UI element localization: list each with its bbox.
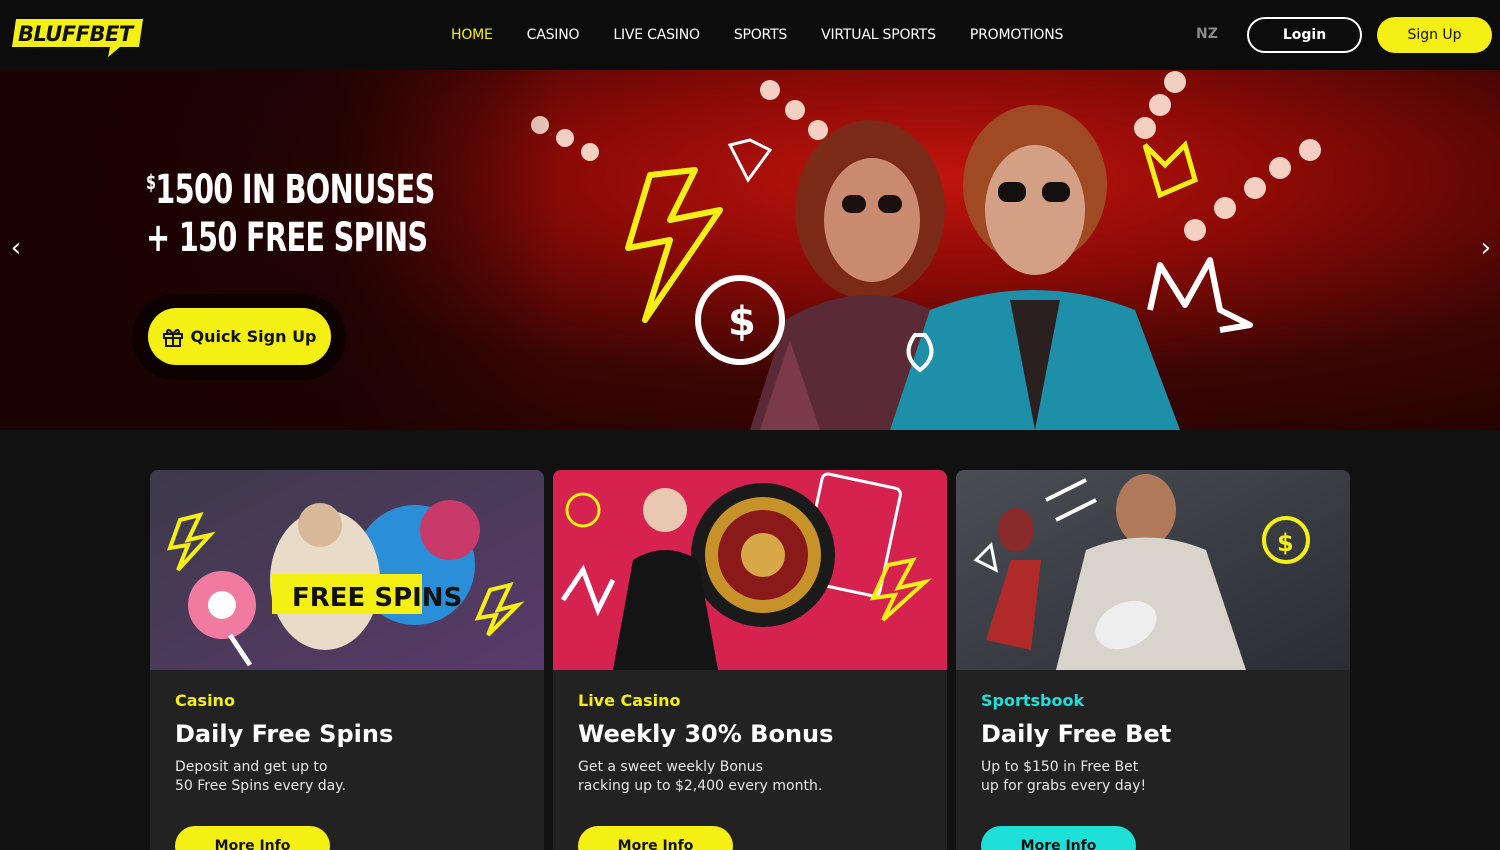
card-category: Live Casino bbox=[578, 691, 681, 710]
hero-line-1: 1500 IN BONUSES bbox=[155, 167, 435, 213]
card-desc-line-2: racking up to $2,400 every month. bbox=[578, 778, 823, 794]
card-description: Deposit and get up to 50 Free Spins ever… bbox=[175, 758, 515, 796]
promo-card-sportsbook[interactable]: $ Sportsbook Daily Free Bet Up to $150 i… bbox=[956, 470, 1350, 850]
hero-line-2: 150 FREE SPINS bbox=[178, 215, 428, 261]
free-spins-graphic-label: FREE SPINS bbox=[292, 583, 462, 613]
card-desc-line-1: Up to $150 in Free Bet bbox=[981, 759, 1139, 775]
card-desc-line-2: 50 Free Spins every day. bbox=[175, 778, 346, 794]
hero-illustration: $ bbox=[531, 71, 1321, 430]
nav-home[interactable]: HOME bbox=[434, 27, 510, 43]
svg-text:$: $ bbox=[1277, 529, 1294, 557]
gift-icon bbox=[163, 328, 184, 347]
card-category: Sportsbook bbox=[981, 691, 1085, 710]
promo-image-live-casino bbox=[553, 470, 947, 670]
promo-image-free-spins: FREE SPINS bbox=[150, 470, 544, 670]
hero-plus: + bbox=[146, 215, 170, 261]
card-desc-line-1: Deposit and get up to bbox=[175, 759, 328, 775]
card-title: Weekly 30% Bonus bbox=[578, 720, 834, 748]
card-category: Casino bbox=[175, 691, 235, 710]
card-desc-line-2: up for grabs every day! bbox=[981, 778, 1147, 794]
signup-button[interactable]: Sign Up bbox=[1377, 17, 1492, 53]
promo-image-sportsbook: $ bbox=[956, 470, 1350, 670]
promo-card-casino[interactable]: FREE SPINS Casino Daily Free Spins Depos… bbox=[150, 470, 544, 850]
chevron-right-icon[interactable]: › bbox=[1472, 234, 1500, 262]
svg-text:$: $ bbox=[728, 299, 756, 345]
logo-text: BLUFFBET bbox=[18, 22, 133, 46]
card-description: Up to $150 in Free Bet up for grabs ever… bbox=[981, 758, 1321, 796]
quick-signup-button[interactable]: Quick Sign Up bbox=[148, 308, 331, 365]
main-nav: HOME CASINO LIVE CASINO SPORTS VIRTUAL S… bbox=[434, 0, 1080, 70]
card-title: Daily Free Bet bbox=[981, 720, 1172, 748]
more-info-button[interactable]: More Info bbox=[981, 826, 1136, 850]
quick-signup-label: Quick Sign Up bbox=[190, 327, 317, 346]
more-info-button[interactable]: More Info bbox=[578, 826, 733, 850]
nav-casino[interactable]: CASINO bbox=[510, 27, 597, 43]
card-desc-line-1: Get a sweet weekly Bonus bbox=[578, 759, 763, 775]
more-info-button[interactable]: More Info bbox=[175, 826, 330, 850]
currency-symbol: $ bbox=[146, 170, 156, 194]
login-button[interactable]: Login bbox=[1247, 17, 1362, 53]
hero-headline: $1500 IN BONUSES + 150 FREE SPINS bbox=[146, 158, 435, 262]
bluffbet-logo[interactable]: BLUFFBET bbox=[12, 17, 144, 57]
card-title: Daily Free Spins bbox=[175, 720, 394, 748]
nav-sports[interactable]: SPORTS bbox=[717, 27, 804, 43]
chevron-left-icon[interactable]: ‹ bbox=[2, 234, 30, 262]
nav-promotions[interactable]: PROMOTIONS bbox=[953, 27, 1080, 43]
region-selector[interactable]: NZ bbox=[1196, 26, 1218, 42]
promo-card-live-casino[interactable]: Live Casino Weekly 30% Bonus Get a sweet… bbox=[553, 470, 947, 850]
quick-signup-halo: Quick Sign Up bbox=[132, 294, 346, 380]
site-header: BLUFFBET HOME CASINO LIVE CASINO SPORTS … bbox=[0, 0, 1500, 70]
nav-virtual-sports[interactable]: VIRTUAL SPORTS bbox=[804, 27, 953, 43]
hero-banner: $ $1500 IN BONUSES + 150 FREE SPINS Quic… bbox=[0, 70, 1500, 430]
card-description: Get a sweet weekly Bonus racking up to $… bbox=[578, 758, 918, 796]
nav-live-casino[interactable]: LIVE CASINO bbox=[596, 27, 716, 43]
